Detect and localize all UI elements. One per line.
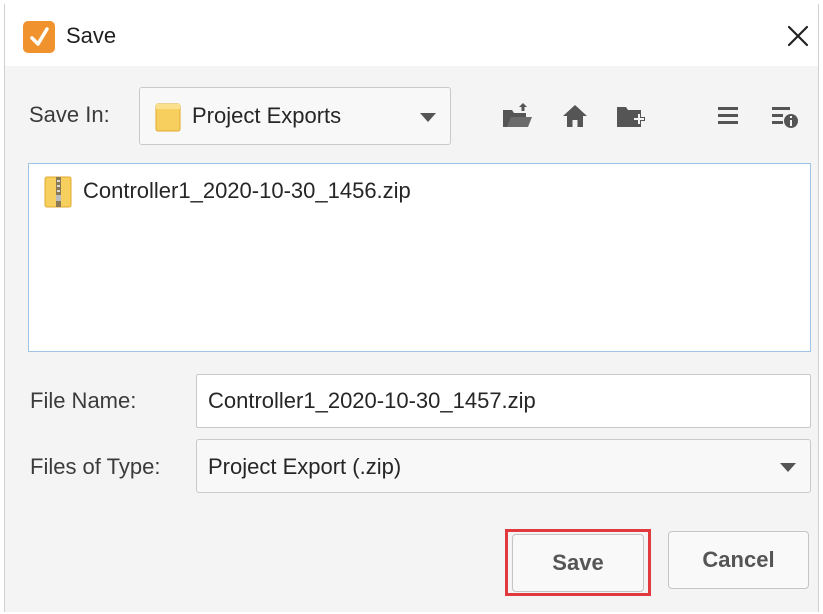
up-folder-icon[interactable] bbox=[501, 100, 532, 130]
home-icon[interactable] bbox=[561, 102, 591, 132]
list-view-icon[interactable] bbox=[716, 103, 746, 133]
file-type-label: Files of Type: bbox=[30, 454, 161, 479]
chevron-down-icon bbox=[420, 113, 436, 122]
file-list[interactable]: Controller1_2020-10-30_1456.zip bbox=[28, 163, 811, 352]
save-dialog: Save Save In: Project Exports Controller… bbox=[4, 4, 819, 612]
file-name-label: File Name: bbox=[30, 388, 137, 413]
details-view-icon[interactable] bbox=[770, 103, 800, 133]
folder-icon bbox=[155, 102, 181, 137]
ignition-designer-icon bbox=[23, 21, 55, 53]
zip-file-icon bbox=[44, 176, 72, 213]
file-name-text: Controller1_2020-10-30_1456.zip bbox=[83, 178, 411, 203]
file-name-input[interactable] bbox=[197, 375, 810, 427]
save-in-value: Project Exports bbox=[192, 103, 342, 128]
file-name-field[interactable] bbox=[196, 374, 811, 428]
save-in-dropdown[interactable]: Project Exports bbox=[139, 87, 451, 145]
chevron-down-icon bbox=[780, 463, 796, 472]
save-button-highlight bbox=[505, 529, 651, 596]
save-in-label: Save In: bbox=[29, 102, 110, 127]
file-type-value: Project Export (.zip) bbox=[208, 454, 402, 479]
title-bar: Save bbox=[5, 4, 818, 66]
cancel-button[interactable]: Cancel bbox=[668, 531, 809, 589]
dialog-title: Save bbox=[66, 23, 117, 48]
file-type-dropdown[interactable]: Project Export (.zip) bbox=[196, 439, 811, 493]
new-folder-icon[interactable] bbox=[615, 101, 645, 131]
close-icon[interactable] bbox=[784, 22, 812, 50]
